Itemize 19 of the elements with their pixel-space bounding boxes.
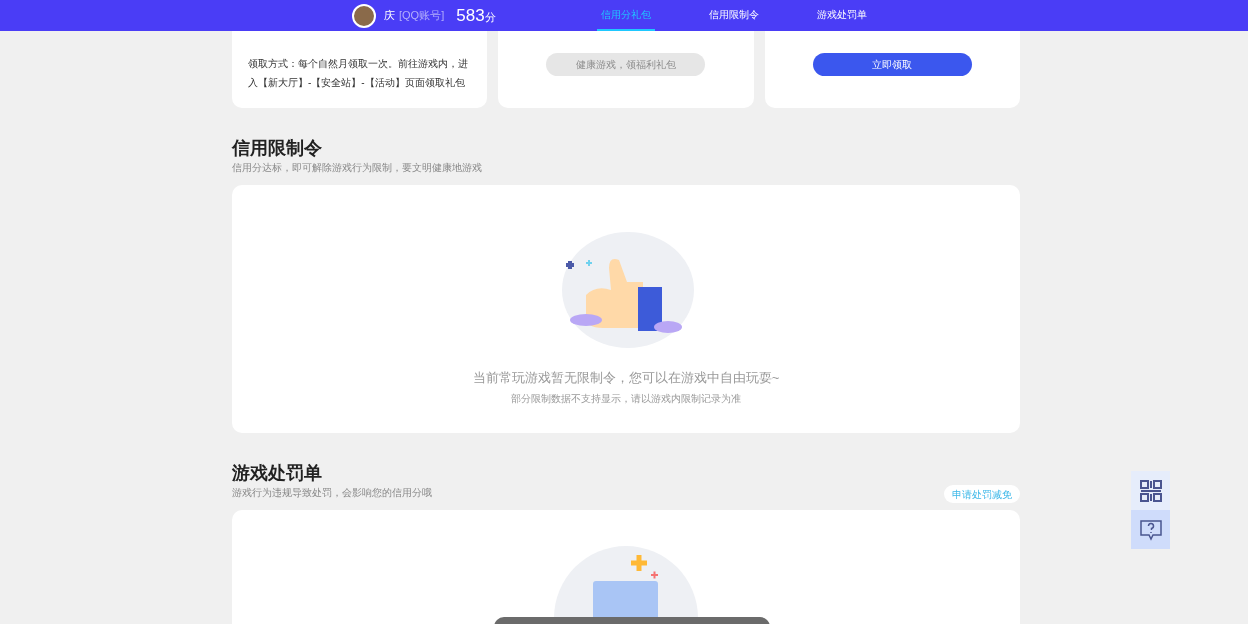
credit-score: 583 <box>456 4 485 27</box>
empty-message: 当前常玩游戏暂无限制令，您可以在游戏中自由玩耍~ <box>472 369 780 387</box>
avatar <box>352 3 376 28</box>
section-subtitle: 信用分达标，即可解除游戏行为限制，要文明健康地游戏 <box>232 161 482 175</box>
claim-instructions: 领取方式：每个自然月领取一次。前往游戏内，进入【新大厅】-【安全站】-【活动】页面领取礼包 <box>248 56 469 90</box>
qr-code-button[interactable] <box>1131 471 1170 510</box>
user-name: 庆 <box>384 8 395 24</box>
section-title: 游戏处罚单 <box>232 462 323 485</box>
help-chat-icon <box>1139 518 1162 541</box>
section-title: 信用限制令 <box>232 137 323 160</box>
section-subtitle: 游戏行为违规导致处罚，会影响您的信用分哦 <box>232 486 432 500</box>
nav-tab[interactable]: 信用限制令 <box>705 0 763 31</box>
help-button[interactable] <box>1131 510 1170 549</box>
score-unit: 分 <box>484 11 496 26</box>
claim-button[interactable]: 立即领取 <box>812 52 972 76</box>
account-type: [QQ账号] <box>399 8 445 24</box>
qr-code-icon <box>1139 479 1162 502</box>
restriction-note: 部分限制数据不支持显示，请以游戏内限制记录为准 <box>511 391 741 406</box>
nav-tab[interactable]: 游戏处罚单 <box>813 0 871 31</box>
